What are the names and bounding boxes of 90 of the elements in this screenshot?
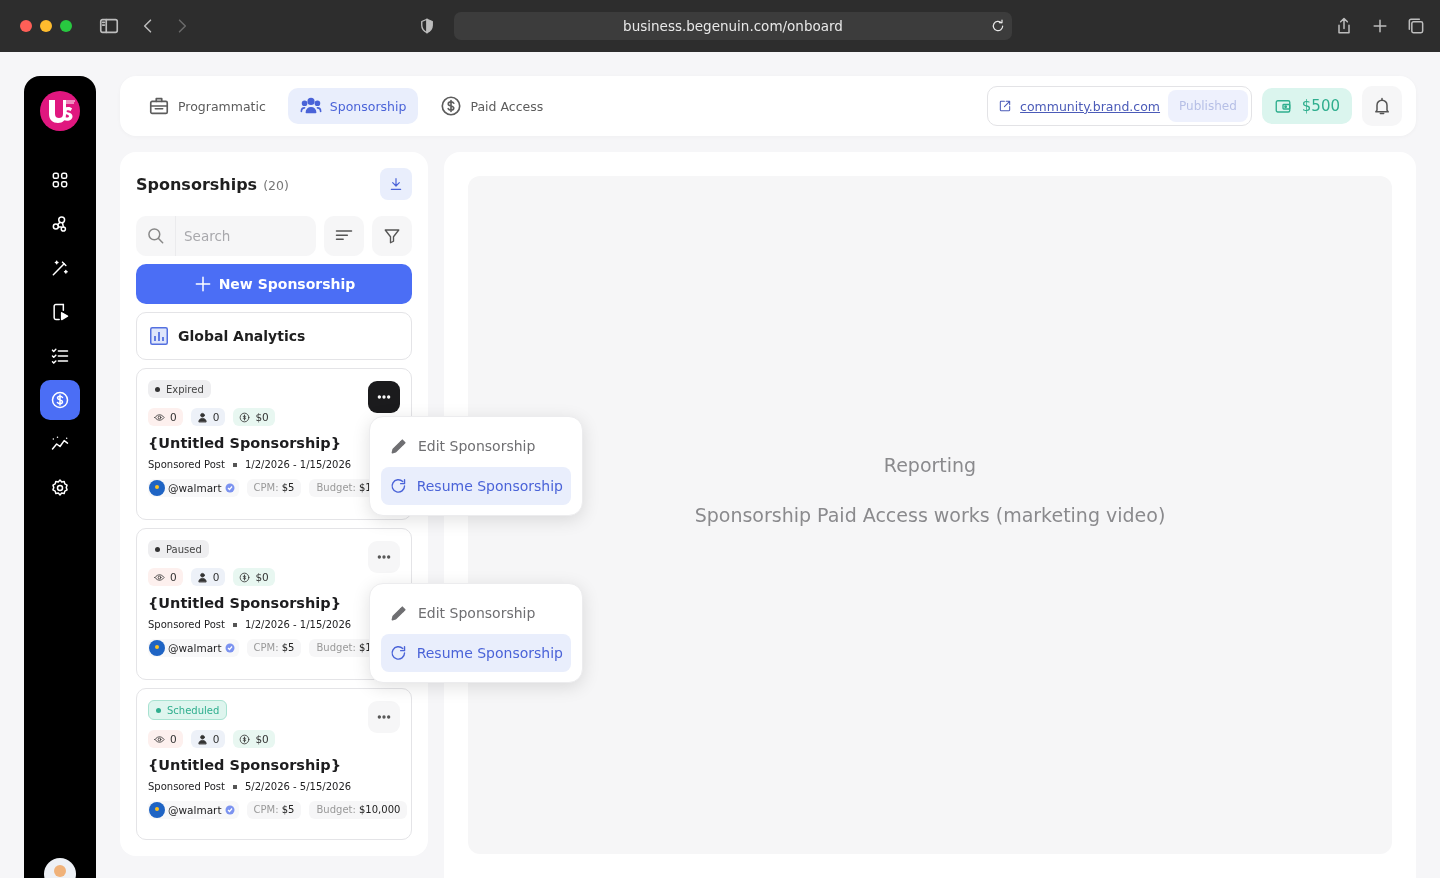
reporting-subtitle: Sponsorship Paid Access works (marketing video): [694, 504, 1166, 526]
person-icon: [196, 411, 208, 423]
status-badge: Expired: [148, 380, 211, 398]
new-sponsorship-button[interactable]: New Sponsorship: [136, 264, 412, 304]
menu-item[interactable]: Edit Sponsorship: [381, 594, 571, 632]
dollar-icon: [239, 733, 251, 745]
eye-icon: [154, 571, 165, 583]
status-badge: Paused: [148, 540, 209, 558]
sponsorship-title: {Untitled Sponsorship}: [148, 595, 342, 611]
sponsorship-title: {Untitled Sponsorship}: [148, 435, 342, 451]
stat-chip: 0: [190, 408, 226, 426]
tab[interactable]: Paid Access: [428, 88, 556, 124]
notifications-button[interactable]: [1362, 86, 1402, 126]
download-icon: [388, 176, 404, 192]
shield-icon: [418, 17, 436, 35]
account-chip: @walmart: [148, 639, 239, 657]
bell-icon: [1372, 96, 1392, 116]
menu-item[interactable]: Edit Sponsorship: [381, 427, 571, 465]
dollar-icon: [239, 411, 251, 423]
reload-icon: [990, 18, 1006, 34]
pencil-icon: [389, 436, 409, 456]
search-field[interactable]: Search: [176, 216, 316, 256]
account-avatar: [149, 802, 165, 818]
account-chip: @walmart: [148, 479, 239, 497]
download-button[interactable]: [380, 168, 412, 200]
eye-icon: [154, 733, 165, 745]
stat-chip: 0: [148, 408, 183, 426]
tabs-icon: [1406, 16, 1426, 36]
cpm-label: CPM: $5: [246, 639, 302, 657]
external-link-icon: [998, 99, 1013, 113]
panel-title: Sponsorships: [136, 174, 258, 194]
grid-icon: [50, 170, 70, 190]
stat-chip: $0: [233, 730, 275, 748]
tab[interactable]: Programmatic: [136, 88, 278, 124]
stat-chip: 0: [190, 730, 226, 748]
refresh-icon: [389, 476, 408, 496]
dollar-icon: [50, 390, 70, 410]
pencil-icon: [389, 603, 409, 623]
filter-button[interactable]: [372, 216, 412, 256]
checklist-icon: [50, 346, 70, 366]
stat-chip: $0: [233, 568, 275, 586]
menu-item[interactable]: Resume Sponsorship: [381, 467, 571, 505]
cpm-label: CPM: $5: [246, 801, 302, 819]
global-analytics-button[interactable]: Global Analytics: [136, 312, 412, 360]
published-badge: Published: [1168, 90, 1248, 122]
sponsorship-type: Sponsored Post: [148, 459, 225, 470]
address-bar[interactable]: business.begenuin.com/onboard: [454, 12, 1012, 40]
date-range: 1/2/2026 - 1/15/2026: [245, 619, 352, 630]
dollar-icon: [440, 95, 463, 117]
sponsorship-type: Sponsored Post: [148, 619, 225, 630]
account-avatar: [149, 640, 165, 656]
settings-icon: [50, 478, 70, 498]
filter-icon: [383, 227, 401, 245]
maximize-window-icon[interactable]: [60, 20, 72, 32]
date-range: 5/2/2026 - 5/15/2026: [245, 781, 352, 792]
tab[interactable]: Sponsorship: [287, 88, 419, 124]
site-link[interactable]: community.brand.com: [998, 98, 1161, 114]
briefcase-icon: [148, 95, 170, 117]
sponsorship-count: (20): [263, 177, 289, 193]
sponsorship-title: {Untitled Sponsorship}: [148, 757, 342, 773]
person-icon: [196, 733, 208, 745]
menu-item[interactable]: Resume Sponsorship: [381, 634, 571, 672]
sponsorship-type: Sponsored Post: [148, 781, 225, 792]
sort-button[interactable]: [324, 216, 364, 256]
stat-chip: $0: [233, 408, 275, 426]
refresh-icon: [389, 643, 408, 663]
sponsorship-card[interactable]: Scheduled 0 0 $0 {Untitled Sponsorship} Sponsored Post 5/2/2026 - 5/15/2026 @walmart CPM: $5 Budget: $10,000: [136, 688, 412, 840]
search-icon: [145, 226, 166, 246]
stat-chip: 0: [148, 730, 183, 748]
chart-icon: [150, 327, 168, 345]
account-avatar: [149, 480, 165, 496]
dollar-icon: [239, 571, 251, 583]
reporting-title: Reporting: [883, 454, 977, 476]
stat-chip: 0: [190, 568, 226, 586]
status-badge: Scheduled: [148, 700, 228, 720]
magic-wand-icon: [50, 258, 70, 278]
person-icon: [196, 571, 208, 583]
logo-icon: [40, 91, 80, 131]
budget-label: Budget: $10,000: [309, 801, 408, 819]
cpm-label: CPM: $5: [246, 479, 302, 497]
close-window-icon[interactable]: [20, 20, 32, 32]
sidebar-nav-item[interactable]: [40, 380, 80, 420]
account-chip: @walmart: [148, 801, 239, 819]
eye-icon: [154, 411, 165, 423]
video-file-icon: [50, 302, 70, 322]
stat-chip: 0: [148, 568, 183, 586]
minimize-window-icon[interactable]: [40, 20, 52, 32]
date-range: 1/2/2026 - 1/15/2026: [245, 459, 352, 470]
wallet-icon: [1273, 97, 1292, 115]
more-button[interactable]: [368, 381, 400, 413]
